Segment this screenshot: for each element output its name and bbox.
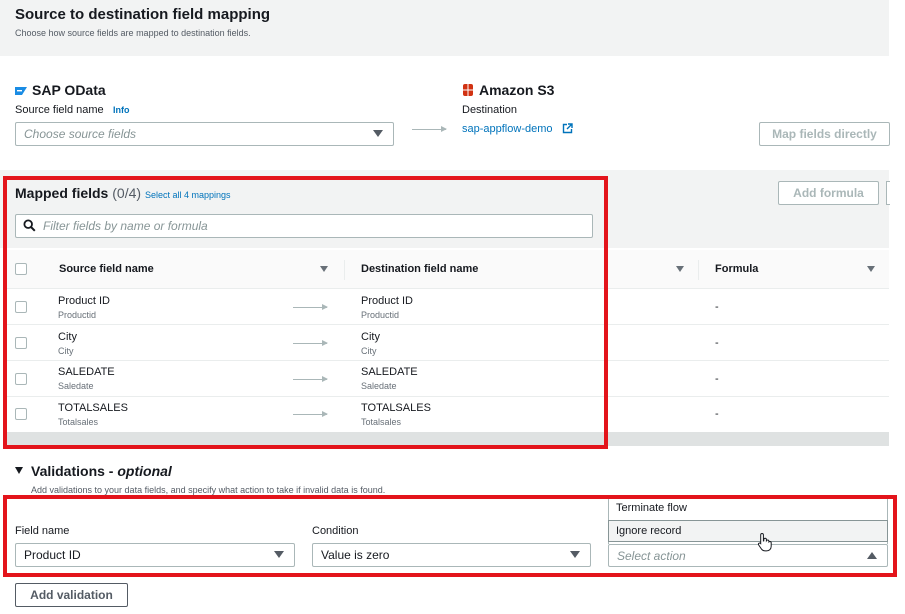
destination-label: Destination bbox=[462, 104, 518, 116]
select-all-checkbox[interactable] bbox=[15, 263, 27, 275]
external-link-icon[interactable] bbox=[562, 123, 573, 134]
chevron-up-icon bbox=[867, 551, 877, 559]
destination-field-name: SALEDATE bbox=[361, 366, 418, 378]
column-header-destination[interactable]: Destination field name bbox=[361, 263, 478, 275]
search-icon bbox=[23, 219, 36, 232]
filter-fields-input[interactable]: Filter fields by name or formula bbox=[15, 214, 593, 238]
map-fields-directly-button[interactable]: Map fields directly bbox=[759, 122, 890, 146]
formula-value: - bbox=[715, 373, 719, 385]
source-field-id: Saledate bbox=[58, 381, 94, 391]
validation-condition-select[interactable]: Value is zero bbox=[312, 543, 591, 567]
formula-value: - bbox=[715, 301, 719, 313]
formula-value: - bbox=[715, 337, 719, 349]
option-terminate-flow[interactable]: Terminate flow bbox=[616, 502, 687, 514]
table-row[interactable] bbox=[5, 325, 889, 360]
destination-field-name: Product ID bbox=[361, 295, 413, 307]
column-divider bbox=[698, 260, 699, 280]
condition-label: Condition bbox=[312, 525, 359, 537]
mapped-fields-count: (0/4) bbox=[112, 185, 142, 201]
row-arrow-icon bbox=[293, 376, 328, 382]
destination-field-id: Productid bbox=[361, 310, 400, 320]
sap-logo-icon bbox=[15, 84, 27, 95]
hand-cursor-icon bbox=[757, 532, 773, 552]
source-field-name: Product ID bbox=[58, 295, 110, 307]
sort-icon[interactable] bbox=[676, 266, 684, 272]
source-field-id: Totalsales bbox=[58, 417, 99, 427]
info-link[interactable]: Info bbox=[113, 105, 130, 115]
mapped-fields-heading: Mapped fields (0/4) Select all 4 mapping… bbox=[15, 185, 231, 201]
caret-down-icon[interactable] bbox=[15, 467, 23, 474]
source-fields-select[interactable]: Choose source fields bbox=[15, 122, 394, 146]
source-field-name: TOTALSALES bbox=[58, 402, 128, 414]
table-row[interactable] bbox=[5, 289, 889, 324]
destination-field-name: City bbox=[361, 331, 380, 343]
page-description: Choose how source fields are mapped to d… bbox=[15, 28, 251, 38]
page-title: Source to destination field mapping bbox=[15, 6, 271, 23]
row-arrow-icon bbox=[293, 411, 328, 417]
validations-description: Add validations to your data fields, and… bbox=[31, 485, 386, 495]
chevron-down-icon bbox=[570, 551, 580, 558]
destination-field-id: City bbox=[361, 346, 377, 356]
sort-icon[interactable] bbox=[320, 266, 328, 272]
source-field-name: SALEDATE bbox=[58, 366, 115, 378]
destination-connector-name: Amazon S3 bbox=[479, 82, 555, 98]
source-connector-name: SAP OData bbox=[32, 82, 106, 98]
source-field-name: City bbox=[58, 331, 77, 343]
validations-heading[interactable]: Validations - optional bbox=[31, 463, 172, 479]
option-ignore-record[interactable]: Ignore record bbox=[608, 520, 888, 542]
row-checkbox[interactable] bbox=[15, 337, 27, 349]
chevron-down-icon bbox=[373, 130, 383, 137]
table-row[interactable] bbox=[5, 361, 889, 396]
row-arrow-icon bbox=[293, 340, 328, 346]
source-field-id: City bbox=[58, 346, 74, 356]
add-formula-button[interactable]: Add formula bbox=[778, 181, 879, 205]
field-name-label: Field name bbox=[15, 525, 70, 537]
column-divider bbox=[344, 260, 345, 280]
add-validation-button[interactable]: Add validation bbox=[15, 583, 128, 607]
destination-link[interactable]: sap-appflow-demo bbox=[462, 123, 553, 135]
destination-field-name: TOTALSALES bbox=[361, 402, 431, 414]
column-header-formula[interactable]: Formula bbox=[715, 263, 758, 275]
formula-value: - bbox=[715, 408, 719, 420]
mapping-arrow-icon bbox=[412, 126, 447, 132]
column-header-source[interactable]: Source field name bbox=[59, 263, 154, 275]
clipped-button-edge bbox=[886, 181, 890, 205]
validation-action-select[interactable]: Select action bbox=[608, 544, 888, 567]
destination-field-id: Saledate bbox=[361, 381, 397, 391]
destination-field-id: Totalsales bbox=[361, 417, 402, 427]
row-arrow-icon bbox=[293, 304, 328, 310]
sort-icon[interactable] bbox=[867, 266, 875, 272]
table-row[interactable] bbox=[5, 397, 889, 432]
horizontal-scrollbar[interactable] bbox=[5, 432, 889, 446]
chevron-down-icon bbox=[274, 551, 284, 558]
row-checkbox[interactable] bbox=[15, 301, 27, 313]
source-field-id: Productid bbox=[58, 310, 97, 320]
row-checkbox[interactable] bbox=[15, 373, 27, 385]
s3-logo-icon bbox=[462, 83, 474, 97]
row-checkbox[interactable] bbox=[15, 408, 27, 420]
mapped-fields-title: Mapped fields bbox=[15, 185, 109, 201]
select-all-mappings-link[interactable]: Select all 4 mappings bbox=[145, 190, 231, 200]
source-field-label: Source field name bbox=[15, 104, 104, 116]
validation-field-select[interactable]: Product ID bbox=[15, 543, 295, 567]
